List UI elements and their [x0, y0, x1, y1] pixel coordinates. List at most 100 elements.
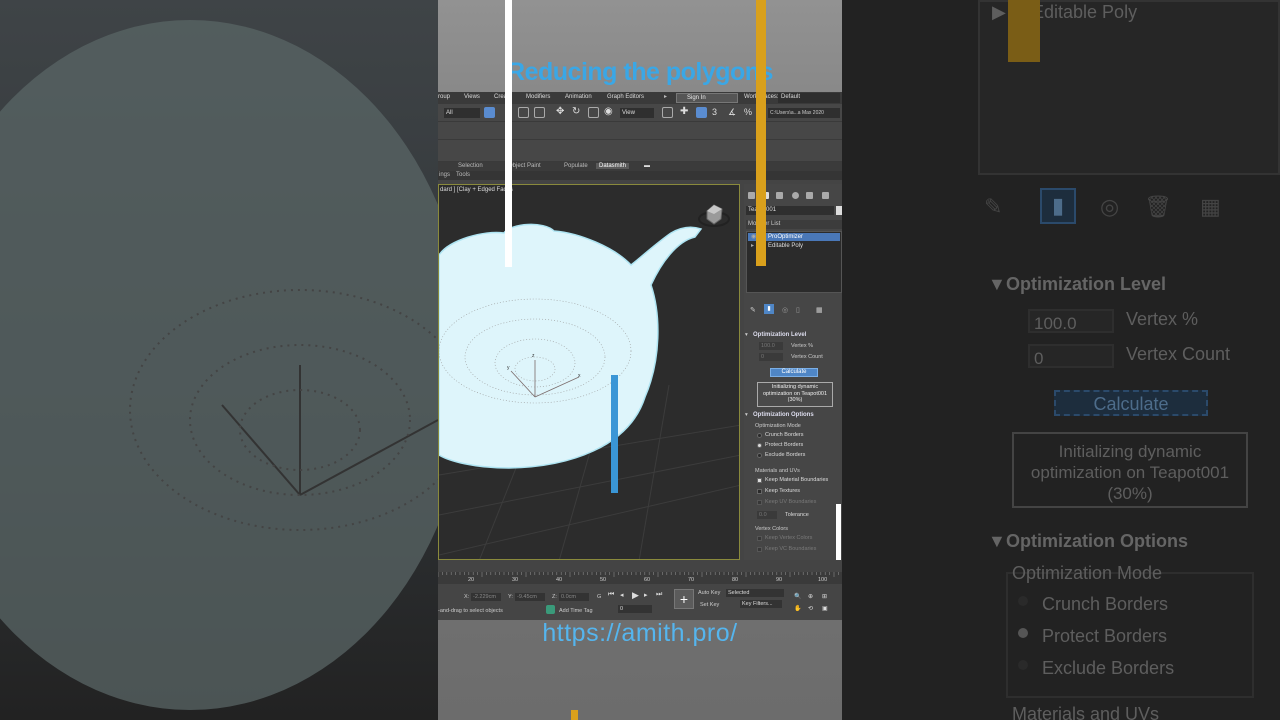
y-coord-field[interactable]: -9.45cm [515, 593, 545, 601]
zoom-icon[interactable]: 🔍 [794, 593, 801, 600]
project-path[interactable]: C:\Users\a...a Max 2020 [768, 108, 840, 118]
checkbox-keep-material-boundaries[interactable] [757, 478, 762, 483]
utilities-tab-icon[interactable] [822, 192, 829, 199]
percent-snap-icon[interactable]: % [744, 107, 755, 118]
tolerance-field[interactable]: 0.0 [757, 511, 777, 519]
remove-modifier-icon[interactable]: ▯ [796, 306, 800, 314]
tick-label: 20 [468, 577, 475, 583]
window-crossing-icon[interactable] [534, 107, 545, 118]
show-end-result-icon[interactable]: ▮ [764, 304, 774, 314]
object-color-swatch[interactable] [836, 206, 842, 215]
rollout-arrow[interactable]: ▾ [745, 412, 748, 418]
radio-exclude-borders[interactable] [757, 453, 762, 458]
rotate-icon[interactable]: ↻ [572, 107, 583, 118]
keyboard-shortcut-icon[interactable] [696, 107, 707, 118]
ref-coord-select[interactable]: View [620, 108, 654, 118]
subtab-tools[interactable]: Tools [456, 172, 470, 178]
tab-object-paint[interactable]: Object Paint [508, 163, 541, 169]
snap-icon[interactable]: 3 [712, 107, 723, 118]
selection-filter[interactable]: All [444, 108, 480, 118]
place-icon[interactable]: ◉ [604, 107, 615, 118]
keep-uv-boundaries-label[interactable]: Keep UV Boundaries [765, 499, 816, 505]
keep-textures-label[interactable]: Keep Textures [765, 488, 800, 494]
vertex-count-field[interactable]: 0 [759, 353, 783, 361]
zoom-vertex-percent-label: Vertex % [1126, 309, 1199, 329]
auto-key-button[interactable]: Auto Key [698, 590, 720, 596]
tick-label: 80 [732, 577, 739, 583]
checkbox-keep-vertex-colors[interactable] [757, 536, 762, 541]
goto-end-icon[interactable]: ⏭ [656, 591, 662, 599]
checkbox-keep-vc-boundaries[interactable] [757, 547, 762, 552]
tab-datasmith[interactable]: Datasmith [596, 163, 630, 169]
create-tab-icon[interactable] [748, 192, 755, 199]
set-key-plus-icon[interactable]: + [674, 589, 694, 609]
prev-frame-icon[interactable]: ◂ [620, 591, 624, 599]
motion-tab-icon[interactable] [792, 192, 799, 199]
add-time-tag-button[interactable]: Add Time Tag [559, 608, 593, 614]
calculate-button[interactable]: Calculate [770, 368, 818, 377]
optimization-options-heading[interactable]: Optimization Options [753, 412, 814, 418]
exclude-borders-label[interactable]: Exclude Borders [765, 452, 805, 458]
radio-crunch-borders[interactable] [757, 433, 762, 438]
ribbon-subtabs: ings Tools [438, 171, 842, 180]
protect-borders-label[interactable]: Protect Borders [765, 442, 803, 448]
configure-sets-icon[interactable]: ▦ [816, 306, 823, 314]
menu-modifiers[interactable]: Modifiers [526, 94, 550, 100]
rect-select-icon[interactable] [518, 107, 529, 118]
vertex-percent-field[interactable]: 100.0 [759, 342, 783, 350]
x-coord-field[interactable]: -2.229cm [471, 593, 501, 601]
crunch-borders-label[interactable]: Crunch Borders [765, 432, 804, 438]
sign-in-button[interactable]: Sign In [676, 93, 738, 103]
current-frame-field[interactable]: 0 [618, 605, 652, 613]
maximize-viewport-icon[interactable]: ▣ [822, 605, 828, 612]
pin-stack-icon[interactable]: ✎ [750, 306, 756, 314]
timeline[interactable]: 20 30 40 50 60 70 80 90 100 [438, 572, 842, 584]
key-filters-button[interactable]: Key Filters... [740, 600, 782, 608]
orbit-icon[interactable]: ⟲ [808, 605, 813, 612]
menu-graph-editors[interactable]: Graph Editors [607, 94, 644, 100]
play-icon[interactable]: ▶ [632, 590, 639, 601]
perspective-viewport[interactable]: dard ] [Clay + Edged Faces zyx [438, 184, 740, 560]
show-end-result-icon: ▮ [1040, 188, 1076, 224]
keep-vc-boundaries-label[interactable]: Keep VC Boundaries [765, 546, 816, 552]
subtab-settings[interactable]: ings [439, 172, 450, 178]
zoom-vertex-percent-field: 100.0 [1028, 309, 1114, 333]
tab-populate[interactable]: Populate [564, 163, 588, 169]
hierarchy-tab-icon[interactable] [776, 192, 783, 199]
key-mode-select[interactable]: Selected [726, 589, 784, 597]
angle-snap-icon[interactable]: ∡ [728, 107, 739, 118]
vertex-percent-label: Vertex % [791, 343, 814, 349]
teapot-object[interactable]: zyx [439, 185, 740, 560]
goto-start-icon[interactable]: ⏮ [608, 591, 614, 599]
panel-scrollbar[interactable] [836, 504, 841, 560]
display-tab-icon[interactable] [806, 192, 813, 199]
menu-group[interactable]: roup [438, 94, 450, 100]
workspace-select[interactable]: Default [778, 93, 840, 103]
checkbox-keep-textures[interactable] [757, 489, 762, 494]
menu-animation[interactable]: Animation [565, 94, 592, 100]
scale-icon[interactable] [588, 107, 599, 118]
next-frame-icon[interactable]: ▸ [644, 591, 648, 599]
rollout-arrow[interactable]: ▾ [745, 332, 748, 338]
tab-options-icon[interactable]: ▬ [644, 163, 650, 169]
set-key-button[interactable]: Set Key [700, 602, 719, 608]
expand-arrow-icon[interactable]: ▸ [751, 242, 754, 250]
select-object-icon[interactable] [484, 107, 495, 118]
select-manipulate-icon[interactable]: ✚ [680, 107, 691, 118]
move-icon[interactable]: ✥ [556, 107, 567, 118]
keep-material-boundaries-label[interactable]: Keep Material Boundaries [765, 477, 828, 483]
menu-views[interactable]: Views [464, 94, 480, 100]
pan-icon[interactable]: ✋ [794, 605, 801, 612]
keep-vertex-colors-label[interactable]: Keep Vertex Colors [765, 535, 812, 541]
checkbox-keep-uv-boundaries[interactable] [757, 500, 762, 505]
zoom-extents-icon[interactable]: ⊞ [822, 593, 827, 600]
z-coord-field[interactable]: 0.0cm [559, 593, 589, 601]
zoom-all-icon[interactable]: ⊕ [808, 593, 813, 600]
radio-protect-borders[interactable] [757, 443, 762, 448]
optimization-level-heading[interactable]: Optimization Level [753, 332, 806, 338]
expand-icon[interactable]: ▸ [664, 93, 667, 100]
time-tag-icon[interactable] [546, 605, 555, 614]
make-unique-icon[interactable]: ◎ [782, 306, 788, 314]
tab-selection[interactable]: Selection [458, 163, 483, 169]
pivot-icon[interactable] [662, 107, 673, 118]
